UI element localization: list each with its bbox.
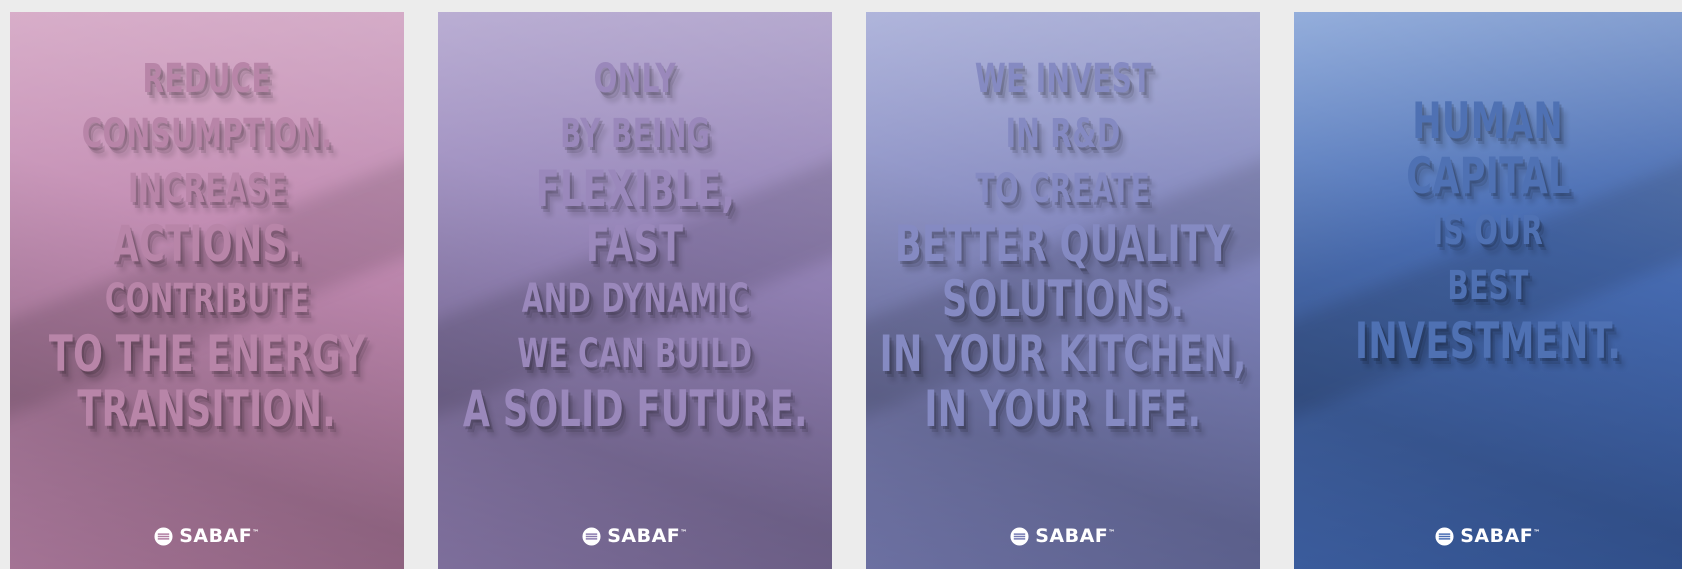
- headline-line: TO THE ENERGY: [48, 325, 366, 383]
- headline-line: TRANSITION.: [77, 380, 337, 438]
- headline-line: IS OUR: [1432, 208, 1544, 254]
- poster-headline: WE INVEST IN R&D TO CREATE BETTER QUALIT…: [866, 52, 1260, 437]
- poster-headline: REDUCE CONSUMPTION. INCREASE ACTIONS. CO…: [10, 52, 404, 437]
- headline-line: FLEXIBLE,: [535, 160, 735, 218]
- sabaf-logo: SABAF™: [866, 525, 1260, 547]
- headline-line: CONTRIBUTE: [104, 276, 310, 322]
- headline-line: CONSUMPTION.: [81, 111, 333, 157]
- sabaf-logo: SABAF™: [10, 525, 404, 547]
- sabaf-logo-text: SABAF™: [1460, 525, 1541, 547]
- sabaf-logo-text: SABAF™: [179, 525, 260, 547]
- headline-line: REDUCE: [142, 56, 272, 102]
- headline-line: WE CAN BUILD: [517, 331, 753, 377]
- headline-line: TO CREATE: [975, 166, 1151, 212]
- trademark: ™: [252, 528, 260, 537]
- sabaf-logo-icon: [582, 526, 601, 546]
- headline-line: ONLY: [593, 56, 677, 102]
- headline-line: INCREASE: [127, 166, 287, 212]
- headline-line: IN YOUR KITCHEN,: [879, 325, 1247, 383]
- sabaf-logo-icon: [1435, 526, 1454, 546]
- poster-reduce-consumption: REDUCE CONSUMPTION. INCREASE ACTIONS. CO…: [10, 12, 404, 569]
- headline-line: INVESTMENT.: [1354, 312, 1622, 370]
- headline-line: IN R&D: [1005, 111, 1121, 157]
- headline-line: IN YOUR LIFE.: [924, 380, 1202, 438]
- headline-line: CAPITAL: [1405, 147, 1571, 205]
- headline-line: HUMAN: [1412, 92, 1564, 150]
- headline-line: WE INVEST: [974, 56, 1152, 102]
- sabaf-logo-icon: [154, 526, 173, 546]
- poster-headline: HUMAN CAPITAL IS OUR BEST INVESTMENT.: [1294, 94, 1682, 369]
- sabaf-logo-text: SABAF™: [607, 525, 688, 547]
- sabaf-logo: SABAF™: [1294, 525, 1682, 547]
- headline-line: A SOLID FUTURE.: [462, 380, 808, 438]
- headline-line: SOLUTIONS.: [941, 270, 1185, 328]
- headline-line: AND DYNAMIC: [521, 276, 749, 322]
- sabaf-logo-text: SABAF™: [1035, 525, 1116, 547]
- trademark: ™: [680, 528, 688, 537]
- trademark: ™: [1108, 528, 1116, 537]
- poster-headline: ONLY BY BEING FLEXIBLE, FAST AND DYNAMIC…: [438, 52, 832, 437]
- poster-flexible-fast: ONLY BY BEING FLEXIBLE, FAST AND DYNAMIC…: [438, 12, 832, 569]
- sabaf-logo-icon: [1010, 526, 1029, 546]
- poster-human-capital: HUMAN CAPITAL IS OUR BEST INVESTMENT. SA…: [1294, 12, 1682, 569]
- headline-line: FAST: [586, 215, 684, 273]
- headline-line: BY BEING: [560, 111, 710, 157]
- headline-line: ACTIONS.: [111, 215, 303, 273]
- headline-line: BETTER QUALITY: [895, 215, 1231, 273]
- headline-line: BEST: [1447, 263, 1529, 309]
- trademark: ™: [1533, 528, 1541, 537]
- sabaf-logo: SABAF™: [438, 525, 832, 547]
- poster-invest-rnd: WE INVEST IN R&D TO CREATE BETTER QUALIT…: [866, 12, 1260, 569]
